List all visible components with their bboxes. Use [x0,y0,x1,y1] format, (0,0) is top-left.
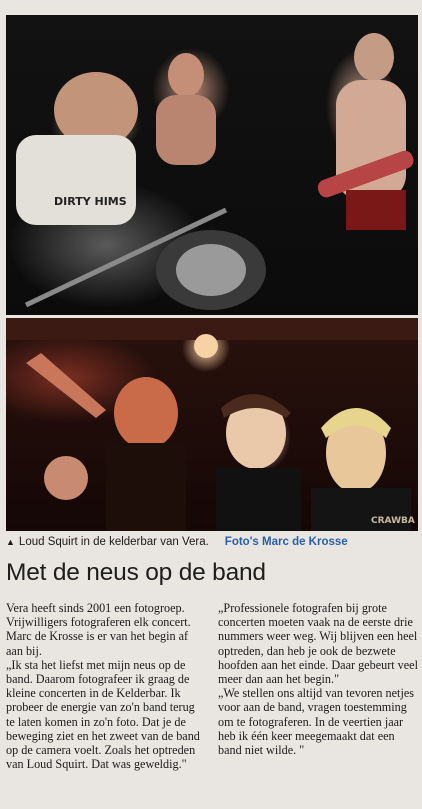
concert-photo-crowd: CRAWBA [6,318,418,531]
article-column-right: „Professionele fotografen bij grote conc… [218,601,418,757]
concert-photo-band: DIRTY HIMS [6,15,418,315]
article-paragraph: Vera heeft sinds 2001 een fotogroep. Vri… [6,601,191,658]
crowd-photo-illustration: CRAWBA [6,318,418,531]
article-paragraph: „We stellen ons altijd van tevoren netje… [218,686,414,758]
photo-credit: Foto's Marc de Krosse [224,536,348,548]
article-headline: Met de neus op de band [6,559,266,586]
article-paragraph: „Ik sta het liefst met mijn neus op de b… [6,657,200,772]
caption-text: Loud Squirt in de kelderbar van Vera. [18,536,209,548]
shirt-print: CRAWBA [371,516,415,526]
article-paragraph: „Professionele fotografen bij grote conc… [218,601,418,687]
photo-caption: ▲ Loud Squirt in de kelderbar van Vera. … [6,531,418,553]
shirt-print: DIRTY HIMS [54,195,127,208]
article-column-left: Vera heeft sinds 2001 een fotogroep. Vri… [6,601,206,771]
band-photo-illustration: DIRTY HIMS [16,33,414,310]
triangle-icon: ▲ [6,537,15,547]
